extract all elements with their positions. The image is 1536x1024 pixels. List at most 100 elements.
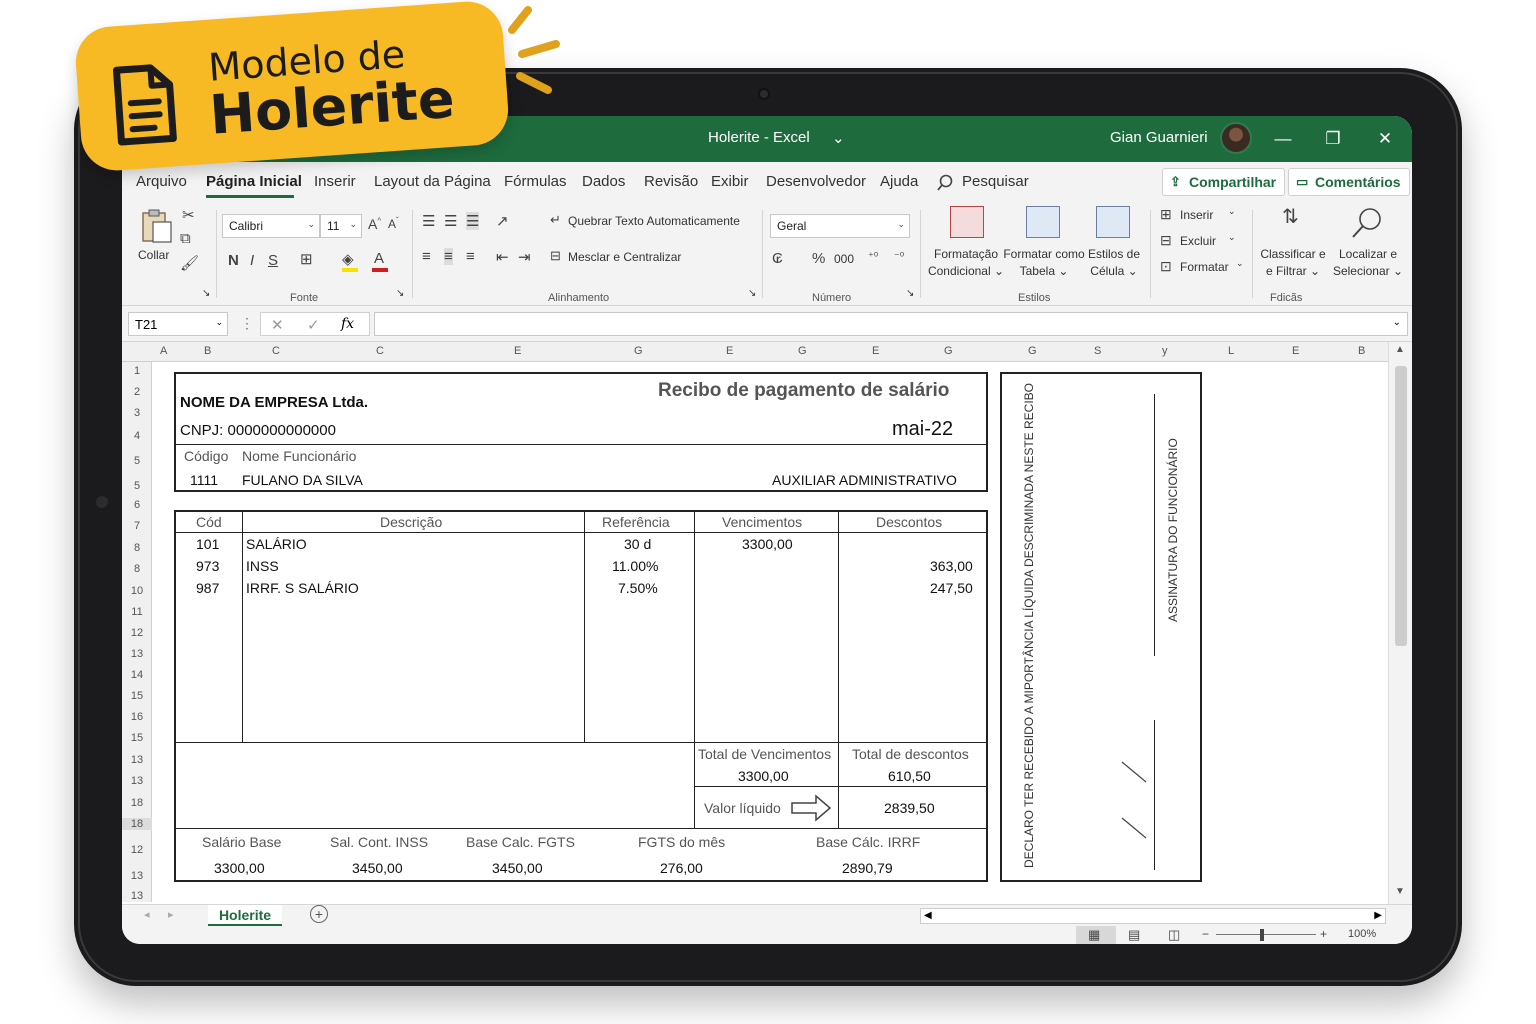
percent-button[interactable]: % xyxy=(812,250,825,267)
worksheet-grid[interactable]: A B C C E G E G E G G S y L E B 1 2 3 4 … xyxy=(122,342,1412,904)
tab-formulas[interactable]: Fórmulas xyxy=(504,173,567,190)
column-header[interactable]: E xyxy=(1292,345,1299,357)
row-header[interactable]: 4 xyxy=(122,430,152,442)
row-header[interactable]: 13 xyxy=(122,870,152,882)
column-header[interactable]: B xyxy=(1358,345,1365,357)
delete-cells-icon[interactable]: ⊟ xyxy=(1160,232,1172,249)
paste-icon[interactable] xyxy=(140,208,174,244)
vertical-scroll-thumb[interactable] xyxy=(1395,366,1407,646)
underline-button[interactable]: S xyxy=(268,252,278,269)
align-middle-icon[interactable]: ☰ xyxy=(444,212,457,230)
insert-dropdown-icon[interactable]: ⌄ xyxy=(1228,206,1236,217)
insert-cells-button[interactable]: Inserir xyxy=(1180,208,1213,222)
column-header[interactable]: E xyxy=(726,345,733,357)
title-dropdown-icon[interactable]: ⌄ xyxy=(832,129,845,147)
column-header[interactable]: G xyxy=(944,345,953,357)
add-sheet-button[interactable]: + xyxy=(310,905,328,923)
column-header[interactable]: B xyxy=(204,345,211,357)
column-header[interactable]: G xyxy=(798,345,807,357)
formula-input[interactable]: ⌄ xyxy=(374,312,1408,336)
orientation-icon[interactable]: ↗ xyxy=(496,212,509,230)
column-header[interactable]: y xyxy=(1162,345,1168,357)
row-header[interactable]: 12 xyxy=(122,844,152,856)
cut-icon[interactable]: ✂ xyxy=(182,206,195,224)
align-center-icon[interactable]: ≡ xyxy=(444,248,453,265)
number-format-combo[interactable]: Geral ⌄ xyxy=(770,214,910,238)
cell-styles-button[interactable]: Estilos de Célula ⌄ xyxy=(1084,246,1144,280)
format-painter-icon[interactable]: 🖌 xyxy=(180,254,199,272)
find-select-button[interactable]: Localizar e Selecionar ⌄ xyxy=(1330,246,1406,280)
tab-revisao[interactable]: Revisão xyxy=(644,173,698,190)
italic-button[interactable]: I xyxy=(250,252,254,269)
row-header[interactable]: 8 xyxy=(122,542,152,554)
row-header[interactable]: 12 xyxy=(122,627,152,639)
wrap-text-button[interactable]: Quebrar Texto Automaticamente xyxy=(568,214,740,228)
format-table-icon[interactable] xyxy=(1026,206,1060,238)
row-header[interactable]: 14 xyxy=(122,669,152,681)
sort-filter-button[interactable]: Classificar e e Filtrar ⌄ xyxy=(1258,246,1328,280)
shrink-font-icon[interactable]: Aˇ xyxy=(388,216,399,231)
avatar[interactable] xyxy=(1220,122,1252,154)
zoom-out-icon[interactable]: − xyxy=(1202,927,1209,941)
insert-function-icon[interactable]: fx xyxy=(341,316,354,332)
user-name[interactable]: Gian Guarnieri xyxy=(1110,129,1208,146)
name-box[interactable]: T21 ⌄ xyxy=(128,312,228,336)
decrease-decimal-icon[interactable]: ⁻⁰ xyxy=(894,250,904,263)
accounting-format-icon[interactable]: ₢ xyxy=(772,250,783,267)
tab-pagina-inicial[interactable]: Página Inicial xyxy=(206,173,302,190)
zoom-in-icon[interactable]: + xyxy=(1320,927,1327,941)
merge-center-button[interactable]: Mesclar e Centralizar xyxy=(568,250,681,264)
alignment-launcher-icon[interactable]: ↘ xyxy=(748,288,756,299)
align-left-icon[interactable]: ≡ xyxy=(422,248,431,265)
row-header[interactable]: 15 xyxy=(122,732,152,744)
delete-cells-button[interactable]: Excluir xyxy=(1180,234,1216,248)
bold-button[interactable]: N xyxy=(228,252,239,269)
search-label[interactable]: Pesquisar xyxy=(962,173,1029,190)
find-select-icon[interactable] xyxy=(1350,206,1384,240)
page-layout-view-icon[interactable]: ▤ xyxy=(1128,927,1140,943)
minimize-button[interactable]: — xyxy=(1270,126,1296,152)
fill-color-icon[interactable]: ◈ xyxy=(342,250,354,268)
font-name-combo[interactable]: Calibri ⌄ xyxy=(222,214,320,238)
column-header[interactable]: E xyxy=(514,345,521,357)
font-size-combo[interactable]: 11 ⌄ xyxy=(320,214,362,238)
align-top-icon[interactable]: ☰ xyxy=(422,212,435,230)
scroll-left-icon[interactable]: ◀ xyxy=(924,910,932,921)
column-header[interactable]: C xyxy=(272,345,280,357)
copy-icon[interactable]: ⧉ xyxy=(180,230,191,247)
scroll-up-icon[interactable]: ▲ xyxy=(1395,344,1405,355)
scroll-down-icon[interactable]: ▼ xyxy=(1395,886,1405,897)
align-bottom-icon[interactable]: ☰ xyxy=(466,212,480,230)
row-header[interactable]: 13 xyxy=(122,890,152,902)
tab-layout[interactable]: Layout da Página xyxy=(374,173,491,190)
close-button[interactable]: ✕ xyxy=(1372,126,1398,152)
column-header[interactable]: G xyxy=(1028,345,1037,357)
tab-ajuda[interactable]: Ajuda xyxy=(880,173,918,190)
clipboard-launcher-icon[interactable]: ↘ xyxy=(202,288,210,299)
next-sheet-icon[interactable]: ▸ xyxy=(168,908,174,921)
row-header[interactable]: 18 xyxy=(122,818,152,830)
row-header[interactable]: 3 xyxy=(122,407,152,419)
delete-dropdown-icon[interactable]: ⌄ xyxy=(1228,232,1236,243)
tab-exibir[interactable]: Exibir xyxy=(711,173,749,190)
row-header[interactable]: 16 xyxy=(122,711,152,723)
column-header[interactable]: A xyxy=(160,345,167,357)
comments-button[interactable]: ▭ Comentários xyxy=(1288,168,1410,196)
row-header[interactable]: 8 xyxy=(122,563,152,575)
search-icon[interactable] xyxy=(936,174,954,192)
tab-inserir[interactable]: Inserir xyxy=(314,173,356,190)
row-header[interactable]: 13 xyxy=(122,648,152,660)
tab-desenvolvedor[interactable]: Desenvolvedor xyxy=(766,173,866,190)
row-header[interactable]: 13 xyxy=(122,775,152,787)
increase-decimal-icon[interactable]: ⁺⁰ xyxy=(868,250,878,263)
font-color-icon[interactable]: A xyxy=(374,250,384,267)
more-options-icon[interactable]: ⋮ xyxy=(240,315,254,332)
row-header[interactable]: 1 xyxy=(122,365,152,377)
align-right-icon[interactable]: ≡ xyxy=(466,248,475,265)
format-cells-button[interactable]: Formatar xyxy=(1180,260,1229,274)
row-header[interactable]: 13 xyxy=(122,754,152,766)
sort-filter-icon[interactable]: ⇅ xyxy=(1282,204,1299,229)
scroll-right-icon[interactable]: ▶ xyxy=(1374,910,1382,921)
vertical-scrollbar[interactable]: ▲ ▼ xyxy=(1388,342,1412,904)
decrease-indent-icon[interactable]: ⇤ xyxy=(496,248,509,266)
